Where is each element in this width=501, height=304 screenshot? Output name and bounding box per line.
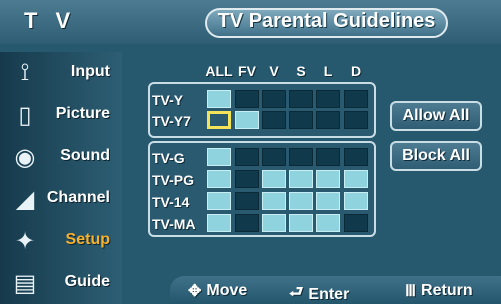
lock-cell-tv-g-l[interactable] (316, 148, 340, 166)
sidebar-item-channel[interactable]: ◢ Channel (0, 178, 122, 220)
lock-cell-tv-14-s[interactable] (289, 192, 313, 210)
lock-cell-tv-pg-d[interactable] (344, 170, 368, 188)
lock-cell-tv-g-all[interactable] (207, 148, 231, 166)
sidebar-item-label: Sound (60, 147, 110, 164)
lock-cell-tv-y-all[interactable] (207, 90, 231, 108)
rating-row-label: TV-G (152, 150, 185, 166)
lock-cell-tv-ma-d[interactable] (344, 214, 368, 232)
column-header: L (323, 63, 333, 79)
sidebar-item-label: Input (70, 63, 110, 80)
lock-cell-tv-ma-all[interactable] (207, 214, 231, 232)
move-arrows-icon: ✥ (188, 283, 202, 300)
page-title: TV Parental Guidelines (217, 10, 436, 32)
lock-cell-tv-ma-l[interactable] (316, 214, 340, 232)
lock-cell-tv-g-s[interactable] (289, 148, 313, 166)
lock-cell-tv-pg-l[interactable] (316, 170, 340, 188)
lock-cell-tv-y7-d[interactable] (344, 111, 368, 129)
sidebar-item-input[interactable]: ⟟ Input (0, 52, 122, 94)
lock-cell-tv-y-l[interactable] (316, 90, 340, 108)
lock-cell-tv-y-v[interactable] (262, 90, 286, 108)
column-header: FV (238, 63, 256, 79)
return-icon: Ⅲ (405, 283, 417, 300)
lock-cell-tv-y-fv[interactable] (235, 90, 259, 108)
tv-osd-screen: T V TV Parental Guidelines ⟟ Input ▯ Pic… (0, 0, 501, 304)
sidebar-item-guide[interactable]: ▤ Guide (0, 262, 122, 304)
footer-enter: ⮐ Enter (289, 281, 349, 304)
lock-cell-tv-14-fv[interactable] (235, 192, 259, 210)
lock-cell-tv-ma-s[interactable] (289, 214, 313, 232)
sidebar: ⟟ Input ▯ Picture ◉ Sound ◢ Channel ✦ Se… (0, 44, 122, 304)
rating-row-label: TV-MA (152, 216, 196, 232)
lock-cell-tv-pg-all[interactable] (207, 170, 231, 188)
setup-icon: ✦ (14, 227, 36, 255)
lock-cell-tv-y7-l[interactable] (316, 111, 340, 129)
lock-cell-tv-14-v[interactable] (262, 192, 286, 210)
rating-row-label: TV-Y7 (152, 113, 191, 129)
sidebar-item-picture[interactable]: ▯ Picture (0, 94, 122, 136)
footer-enter-label: Enter (308, 285, 350, 303)
lock-cell-tv-pg-fv[interactable] (235, 170, 259, 188)
lock-cell-tv-14-all[interactable] (207, 192, 231, 210)
sidebar-item-label: Channel (46, 189, 110, 206)
column-header: D (350, 63, 362, 79)
footer-return-label: Return (421, 282, 473, 299)
lock-cell-tv-g-fv[interactable] (235, 148, 259, 166)
sidebar-item-label: Guide (64, 273, 110, 290)
lock-cell-tv-y7-v[interactable] (262, 111, 286, 129)
lock-cell-tv-y7-all[interactable] (207, 111, 231, 129)
lock-cell-tv-ma-fv[interactable] (235, 214, 259, 232)
rating-row-label: TV-Y (152, 92, 184, 108)
lock-cell-tv-y-s[interactable] (289, 90, 313, 108)
menu-category-label: T V (24, 8, 77, 33)
sidebar-item-setup[interactable]: ✦ Setup (0, 220, 122, 262)
block-all-button[interactable]: Block All (390, 141, 482, 171)
picture-icon: ▯ (18, 101, 32, 129)
lock-cell-tv-g-v[interactable] (262, 148, 286, 166)
lock-cell-tv-y-d[interactable] (344, 90, 368, 108)
satellite-dish-icon: ◢ (15, 185, 35, 213)
column-header: ALL (205, 63, 233, 79)
lock-cell-tv-y7-fv[interactable] (235, 111, 259, 129)
sidebar-item-label: Picture (55, 105, 110, 122)
column-header: V (269, 63, 279, 79)
lock-cell-tv-ma-v[interactable] (262, 214, 286, 232)
guide-icon: ▤ (13, 269, 37, 297)
footer-move-label: Move (206, 282, 248, 299)
column-header: S (296, 63, 306, 79)
lock-cell-tv-14-l[interactable] (316, 192, 340, 210)
lock-cell-tv-g-d[interactable] (344, 148, 368, 166)
plug-icon: ⟟ (20, 59, 30, 86)
lock-cell-tv-y7-s[interactable] (289, 111, 313, 129)
sidebar-item-label: Setup (65, 231, 110, 248)
rating-row-label: TV-14 (152, 194, 190, 210)
speaker-icon: ◉ (14, 143, 36, 171)
sidebar-item-sound[interactable]: ◉ Sound (0, 136, 122, 178)
footer-move: ✥ Move (188, 281, 247, 301)
lock-cell-tv-pg-s[interactable] (289, 170, 313, 188)
footer-return: Ⅲ Return (405, 281, 473, 301)
lock-cell-tv-14-d[interactable] (344, 192, 368, 210)
enter-icon: ⮐ (289, 284, 304, 301)
allow-all-button[interactable]: Allow All (390, 101, 482, 131)
rating-row-label: TV-PG (152, 172, 195, 188)
lock-cell-tv-pg-v[interactable] (262, 170, 286, 188)
